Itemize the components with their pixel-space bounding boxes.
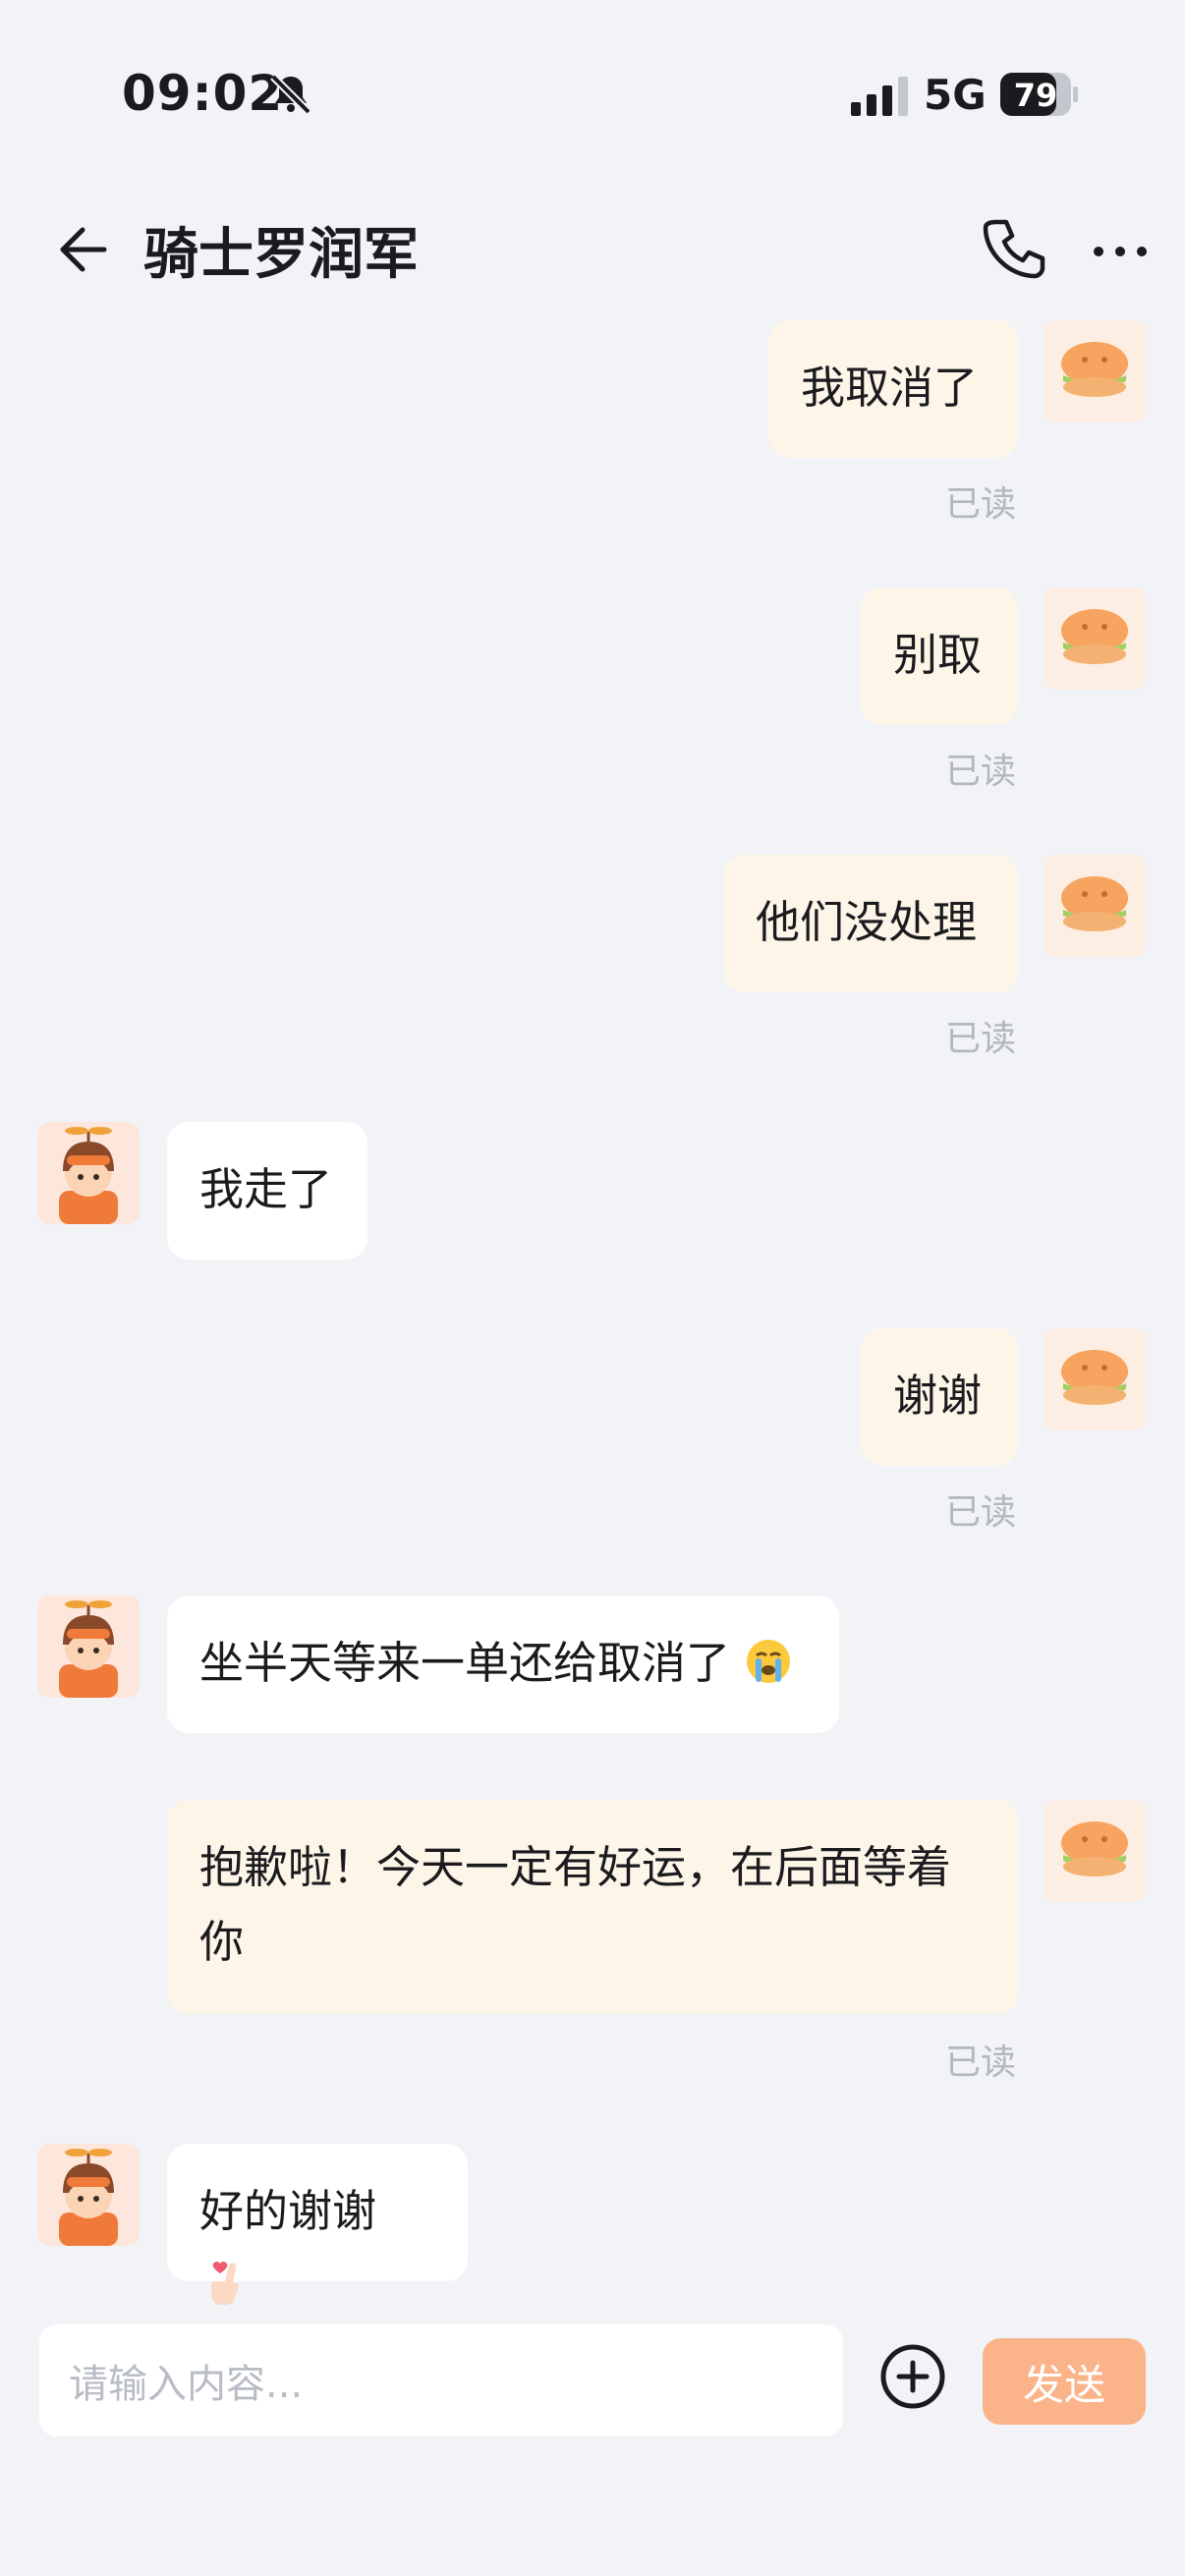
message-bubble-mine[interactable]: 谢谢 [861,1328,1018,1466]
rider-avatar-icon [59,1127,118,1224]
message-input-placeholder: 请输入内容... [69,2362,304,2407]
avatar-me[interactable] [1044,855,1146,957]
read-receipt: 已读 [944,484,1016,525]
read-receipt: 已读 [944,2043,1016,2083]
message-bubble-rider[interactable]: 我走了 [167,1122,367,1260]
read-receipt: 已读 [944,1019,1016,1059]
message-bubble-mine[interactable]: 抱歉啦！今天一定有好运，在后面等着你 [167,1800,1018,2014]
rider-avatar-icon [59,1600,118,1698]
burger-avatar-icon [1061,876,1128,931]
message-bubble-mine[interactable]: 他们没处理 [723,855,1018,992]
bell-muted-icon [270,74,311,115]
message-text: 别取 [893,629,983,681]
battery-level: 79 [1013,77,1058,114]
message-bubble-mine[interactable]: 我取消了 [768,320,1018,458]
status-time: 09:02 [122,65,284,122]
message-text: 好的谢谢 [199,2185,377,2237]
message-text: 我取消了 [801,362,979,414]
signal-icon [851,77,908,116]
message-text: 我走了 [199,1163,333,1215]
back-arrow-icon[interactable] [43,216,110,283]
message-bubble-rider[interactable]: 好的谢谢 [167,2144,468,2306]
burger-avatar-icon [1061,342,1128,397]
phone-icon[interactable] [979,214,1047,283]
crying-face-icon [747,1640,791,1683]
burger-avatar-icon [1061,1821,1128,1876]
burger-avatar-icon [1061,1350,1128,1405]
message-text: 坐半天等来一单还给取消了 [199,1637,731,1689]
avatar-me[interactable] [1044,320,1146,422]
avatar-me[interactable] [1044,588,1146,690]
message-text: 他们没处理 [756,896,978,948]
message-input[interactable]: 请输入内容... [39,2324,843,2436]
network-type: 5G [924,71,987,119]
avatar-rider[interactable] [37,1122,140,1224]
avatar-rider[interactable] [37,2144,140,2246]
rider-avatar-icon [59,2149,118,2246]
message-text: 谢谢 [893,1370,983,1422]
burger-avatar-icon [1061,609,1128,664]
chat-title: 骑士罗润军 [143,223,419,287]
more-options-icon[interactable] [1089,222,1152,281]
avatar-me[interactable] [1044,1328,1146,1430]
message-bubble-mine[interactable]: 别取 [861,588,1018,725]
add-circle-icon[interactable] [878,2342,947,2411]
read-receipt: 已读 [944,1492,1016,1533]
send-button[interactable]: 发送 [983,2338,1146,2425]
finger-heart-icon [211,2262,239,2306]
avatar-me[interactable] [1044,1800,1146,1902]
read-receipt: 已读 [944,752,1016,792]
avatar-rider[interactable] [37,1596,140,1698]
message-bubble-rider[interactable]: 坐半天等来一单还给取消了 [167,1596,839,1733]
message-text: 抱歉啦！今天一定有好运，在后面等着你 [199,1841,952,1968]
